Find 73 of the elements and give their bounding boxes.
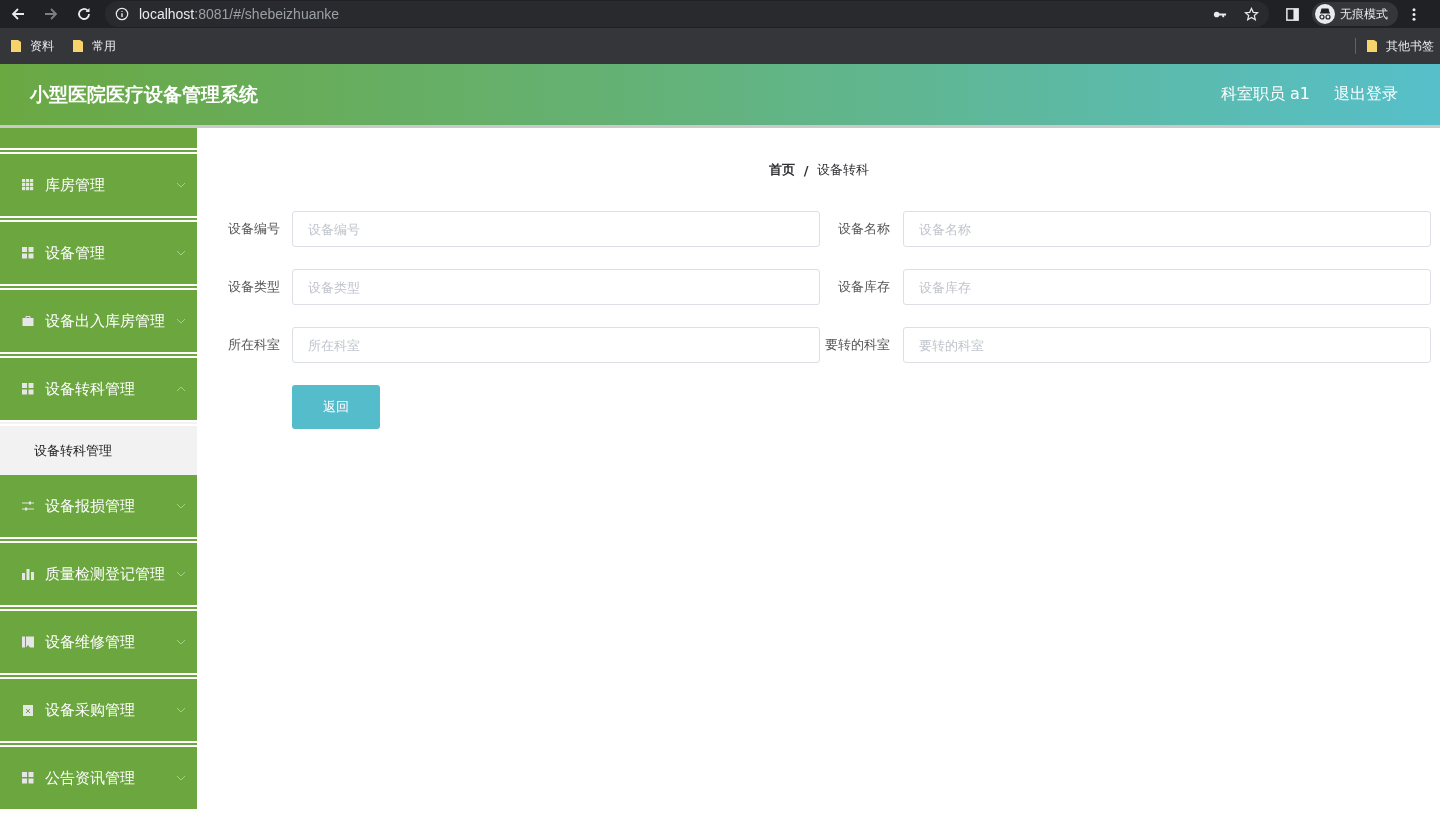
back-button[interactable]: 返回 [292,385,380,429]
folder-icon [72,39,84,53]
chevron-icon [176,386,186,392]
logout-link[interactable]: 退出登录 [1334,84,1398,105]
folder-icon [1366,39,1378,53]
sidebar-label: 设备报损管理 [45,496,135,516]
field-label: 设备类型 [227,278,281,296]
field-label: 所在科室 [227,336,281,354]
sidebar-item[interactable]: 公告资讯管理 [0,741,197,809]
address-bar[interactable]: localhost:8081/#/shebeizhuanke [105,1,1269,27]
input-field[interactable]: 设备名称 [903,211,1431,247]
field-label: 要转的科室 [824,336,891,354]
grid-icon [22,247,34,259]
chevron-icon [176,707,186,713]
sidebar-label: 公告资讯管理 [45,768,135,788]
book-icon [22,636,34,648]
sidebar-label: 库房管理 [45,175,105,195]
sidebar-label: 设备维修管理 [45,632,135,652]
chevron-icon [176,318,186,324]
breadcrumb-separator: / [803,162,809,178]
input-field[interactable]: 要转的科室 [903,327,1431,363]
sidebar-item[interactable]: 设备报损管理 [0,475,197,537]
incognito-icon [1315,4,1335,24]
bookmark[interactable]: 其他书签 [1366,37,1434,55]
chevron-icon [176,503,186,509]
grid-icon [22,179,34,191]
sidebar-label: 设备转科管理 [45,379,135,399]
reload-icon[interactable] [76,6,92,22]
sidebar-item[interactable]: 设备转科管理 [0,352,197,420]
input-field[interactable]: 所在科室 [292,327,820,363]
chevron-icon [176,571,186,577]
info-icon [115,7,129,21]
back-icon[interactable] [10,6,26,22]
chevron-icon [176,250,186,256]
briefcase-icon [22,315,34,327]
sidebar-label: 设备采购管理 [45,700,135,720]
profile-button[interactable]: 无痕模式 [1312,2,1398,26]
bookmark[interactable]: 常用 [72,37,116,55]
star-icon[interactable] [1244,6,1259,22]
breadcrumb-link[interactable]: 设备转科 [817,161,870,179]
chevron-icon [176,775,186,781]
sidebar-item[interactable]: 库房管理 [0,148,197,216]
clipboard-icon [22,704,34,716]
sidebar-item[interactable]: 设备维修管理 [0,605,197,673]
sidebar-item[interactable]: 设备采购管理 [0,673,197,741]
sidebar-item[interactable]: 设备出入库房管理 [0,284,197,352]
submenu-item[interactable]: 设备转科管理 [0,420,197,475]
field-label: 设备库存 [837,278,891,296]
chevron-icon [176,182,186,188]
input-field[interactable]: 设备编号 [292,211,820,247]
input-field[interactable]: 设备库存 [903,269,1431,305]
user-name: 科室职员 a1 [1220,84,1310,105]
menu-icon[interactable] [1412,6,1416,22]
side-panel-icon[interactable] [1285,6,1300,22]
sidebar-label: 设备管理 [45,243,105,263]
sidebar-item[interactable]: 质量检测登记管理 [0,537,197,605]
sidebar-label: 质量检测登记管理 [45,564,165,584]
bookmark[interactable]: 资料 [10,37,54,55]
field-label: 设备编号 [227,220,281,238]
grid-icon [22,383,34,395]
url-text: localhost:8081/#/shebeizhuanke [139,6,340,22]
field-label: 设备名称 [837,220,891,238]
sidebar-item[interactable]: 设备管理 [0,216,197,284]
sliders-icon [22,500,34,512]
input-field[interactable]: 设备类型 [292,269,820,305]
app-title: 小型医院医疗设备管理系统 [30,81,258,107]
folder-icon [10,39,22,53]
chevron-icon [176,639,186,645]
forward-icon[interactable] [43,6,59,22]
grid-icon [22,772,34,784]
bar-chart-icon [22,568,34,580]
sidebar-label: 设备出入库房管理 [45,311,165,331]
breadcrumb-link[interactable]: 首页 [768,161,795,179]
